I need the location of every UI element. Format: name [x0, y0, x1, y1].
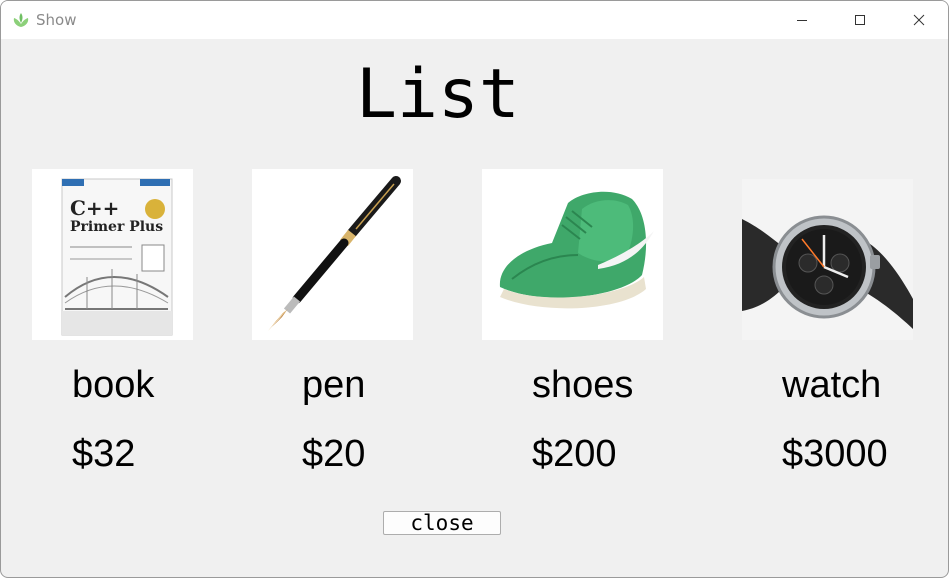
product-name-watch: watch — [782, 364, 882, 406]
book-title-line1: C++ — [70, 196, 119, 220]
book-title-line2: Primer Plus — [70, 219, 163, 235]
product-price-book: $32 — [72, 433, 136, 475]
leaf-app-icon — [13, 13, 29, 27]
maximize-button[interactable] — [831, 1, 889, 39]
minimize-icon — [797, 20, 807, 21]
close-icon — [913, 14, 925, 26]
product-name-shoes: shoes — [532, 364, 634, 406]
product-price-pen: $20 — [302, 433, 366, 475]
page-title: List — [356, 55, 520, 134]
window-title: Show — [36, 11, 77, 29]
title-bar[interactable]: Show — [1, 1, 948, 39]
product-price-shoes: $200 — [532, 433, 617, 475]
pen-image — [252, 169, 413, 340]
close-window-button[interactable] — [890, 1, 948, 39]
book-image: C++ Primer Plus — [32, 169, 193, 340]
close-button[interactable]: close — [383, 511, 501, 535]
watch-image — [742, 179, 913, 340]
product-price-watch: $3000 — [782, 433, 888, 475]
product-name-pen: pen — [302, 364, 366, 406]
product-name-book: book — [72, 364, 155, 406]
app-window: Show List C++ Primer Plus book pen shoes… — [0, 0, 949, 578]
minimize-button[interactable] — [773, 1, 831, 39]
maximize-icon — [855, 15, 865, 25]
shoes-image — [482, 169, 663, 340]
